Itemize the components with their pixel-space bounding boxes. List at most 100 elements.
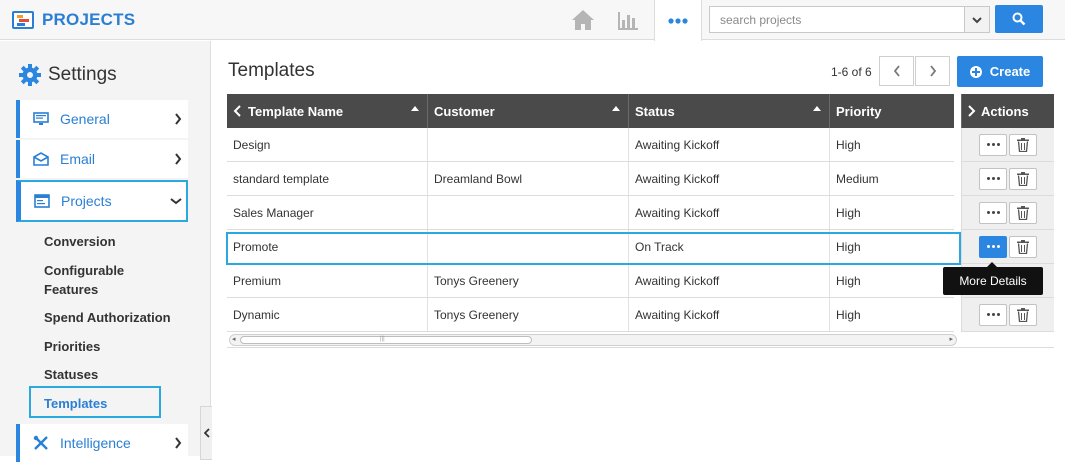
column-header-actions[interactable]: Actions bbox=[961, 94, 1054, 128]
chevron-right-icon[interactable] bbox=[966, 105, 976, 117]
cell-priority: Medium bbox=[836, 171, 879, 186]
search-icon bbox=[1012, 12, 1026, 26]
sidebar-item-label: Intelligence bbox=[60, 435, 131, 451]
table-row[interactable]: standard template Dreamland Bowl Awaitin… bbox=[227, 162, 954, 196]
column-header-customer[interactable]: Customer bbox=[428, 94, 629, 128]
cell-status: Awaiting Kickoff bbox=[629, 162, 830, 195]
sidebar-item-label: Projects bbox=[61, 193, 112, 209]
trash-icon bbox=[1017, 205, 1029, 220]
sidebar-subitem-priorities[interactable]: Priorities bbox=[44, 337, 100, 356]
cell-template-name: Dynamic bbox=[227, 298, 428, 331]
delete-button[interactable] bbox=[1009, 235, 1037, 258]
projects-icon bbox=[27, 194, 57, 208]
next-page-button[interactable] bbox=[915, 56, 950, 86]
sort-asc-icon bbox=[813, 106, 821, 111]
more-details-tooltip: More Details bbox=[943, 262, 1043, 295]
projects-logo-icon bbox=[12, 11, 34, 29]
ellipsis-icon bbox=[986, 177, 1000, 180]
sidebar-item-general[interactable]: General bbox=[16, 100, 188, 138]
action-row bbox=[961, 298, 1054, 332]
cell-status: Awaiting Kickoff bbox=[629, 196, 830, 229]
chevron-left-icon bbox=[893, 65, 900, 77]
actions-column: Actions bbox=[961, 94, 1054, 332]
sort-asc-icon bbox=[411, 106, 419, 111]
home-icon[interactable] bbox=[566, 6, 600, 34]
table-row[interactable]: Dynamic Tonys Greenery Awaiting Kickoff … bbox=[227, 298, 954, 332]
sidebar-subitem-conversion[interactable]: Conversion bbox=[44, 232, 116, 251]
more-details-button[interactable] bbox=[979, 201, 1007, 224]
action-row bbox=[961, 128, 1054, 162]
collapse-sidebar-button[interactable] bbox=[200, 406, 212, 460]
cell-status: Awaiting Kickoff bbox=[629, 298, 830, 331]
monitor-icon bbox=[26, 112, 56, 126]
sidebar-subitem-statuses[interactable]: Statuses bbox=[44, 365, 98, 384]
previous-page-button[interactable] bbox=[879, 56, 914, 86]
brand[interactable]: PROJECTS bbox=[12, 7, 135, 33]
column-header-template-name[interactable]: Template Name bbox=[227, 94, 428, 128]
templates-table: Template Name Customer Status Priority D… bbox=[227, 94, 954, 332]
envelope-icon bbox=[26, 152, 56, 166]
pager-count: 1-6 of 6 bbox=[831, 65, 872, 79]
cell-customer: Tonys Greenery bbox=[428, 264, 629, 297]
action-row bbox=[961, 196, 1054, 230]
delete-button[interactable] bbox=[1009, 303, 1037, 326]
search-dropdown-button[interactable] bbox=[964, 6, 990, 33]
more-details-button[interactable] bbox=[979, 133, 1007, 156]
sidebar-item-projects[interactable]: Projects bbox=[16, 180, 188, 222]
chevron-right-icon bbox=[168, 437, 188, 449]
scroll-left-arrow-icon[interactable]: ◂ bbox=[232, 336, 236, 344]
sidebar-subitem-templates[interactable]: Templates bbox=[44, 394, 107, 413]
table-row[interactable]: Sales Manager Awaiting Kickoff High bbox=[227, 196, 954, 230]
create-button[interactable]: Create bbox=[957, 56, 1043, 87]
cell-priority: High bbox=[836, 307, 861, 322]
sidebar-item-intelligence[interactable]: Intelligence bbox=[16, 424, 188, 462]
chevron-left-icon[interactable] bbox=[233, 105, 243, 117]
search-button[interactable] bbox=[995, 5, 1043, 33]
app-title: PROJECTS bbox=[42, 10, 136, 29]
scroll-right-arrow-icon[interactable]: ▸ bbox=[949, 336, 953, 344]
delete-button[interactable] bbox=[1009, 167, 1037, 190]
column-header-status[interactable]: Status bbox=[629, 94, 830, 128]
more-menu-icon[interactable] bbox=[654, 0, 702, 41]
cell-priority: High bbox=[836, 273, 861, 288]
cell-priority: High bbox=[836, 137, 861, 152]
more-details-button-active[interactable] bbox=[979, 235, 1007, 258]
chevron-down-icon bbox=[166, 197, 186, 205]
delete-button[interactable] bbox=[1009, 133, 1037, 156]
settings-header: Settings bbox=[18, 63, 117, 87]
sidebar-item-label: General bbox=[60, 111, 110, 127]
delete-button[interactable] bbox=[1009, 201, 1037, 224]
sidebar-item-label: Email bbox=[60, 151, 96, 167]
cell-customer: Tonys Greenery bbox=[428, 298, 629, 331]
chevron-left-icon bbox=[203, 428, 210, 438]
chevron-down-icon bbox=[972, 16, 982, 23]
table-header: Template Name Customer Status Priority bbox=[227, 94, 954, 128]
table-row[interactable]: Design Awaiting Kickoff High bbox=[227, 128, 954, 162]
more-details-button[interactable] bbox=[979, 303, 1007, 326]
sidebar: Settings General Email Projects Conversi… bbox=[0, 41, 212, 462]
sidebar-subitem-configurable-features[interactable]: Configurable Features bbox=[44, 261, 164, 299]
search-input[interactable] bbox=[709, 6, 965, 33]
cell-template-name: Premium bbox=[227, 264, 428, 297]
column-header-priority[interactable]: Priority bbox=[830, 94, 954, 128]
bar-chart-icon[interactable] bbox=[610, 6, 644, 34]
horizontal-scrollbar[interactable]: ◂ ||| ▸ bbox=[229, 334, 957, 346]
chevron-right-icon bbox=[929, 65, 936, 77]
trash-icon bbox=[1017, 171, 1029, 186]
chevron-right-icon bbox=[168, 153, 188, 165]
trash-icon bbox=[1017, 137, 1029, 152]
scrollbar-thumb[interactable] bbox=[240, 336, 532, 344]
table-row[interactable]: Premium Tonys Greenery Awaiting Kickoff … bbox=[227, 264, 954, 298]
chevron-right-icon bbox=[168, 113, 188, 125]
plus-circle-icon bbox=[969, 65, 982, 78]
top-bar: PROJECTS bbox=[0, 0, 1065, 41]
action-row bbox=[961, 162, 1054, 196]
sort-asc-icon bbox=[612, 106, 620, 111]
sidebar-subitem-spend-authorization[interactable]: Spend Authorization bbox=[44, 308, 171, 327]
trash-icon bbox=[1017, 239, 1029, 254]
more-details-button[interactable] bbox=[979, 167, 1007, 190]
cell-customer: Dreamland Bowl bbox=[428, 162, 629, 195]
action-row bbox=[961, 230, 1054, 264]
settings-title: Settings bbox=[48, 64, 117, 85]
sidebar-item-email[interactable]: Email bbox=[16, 140, 188, 178]
